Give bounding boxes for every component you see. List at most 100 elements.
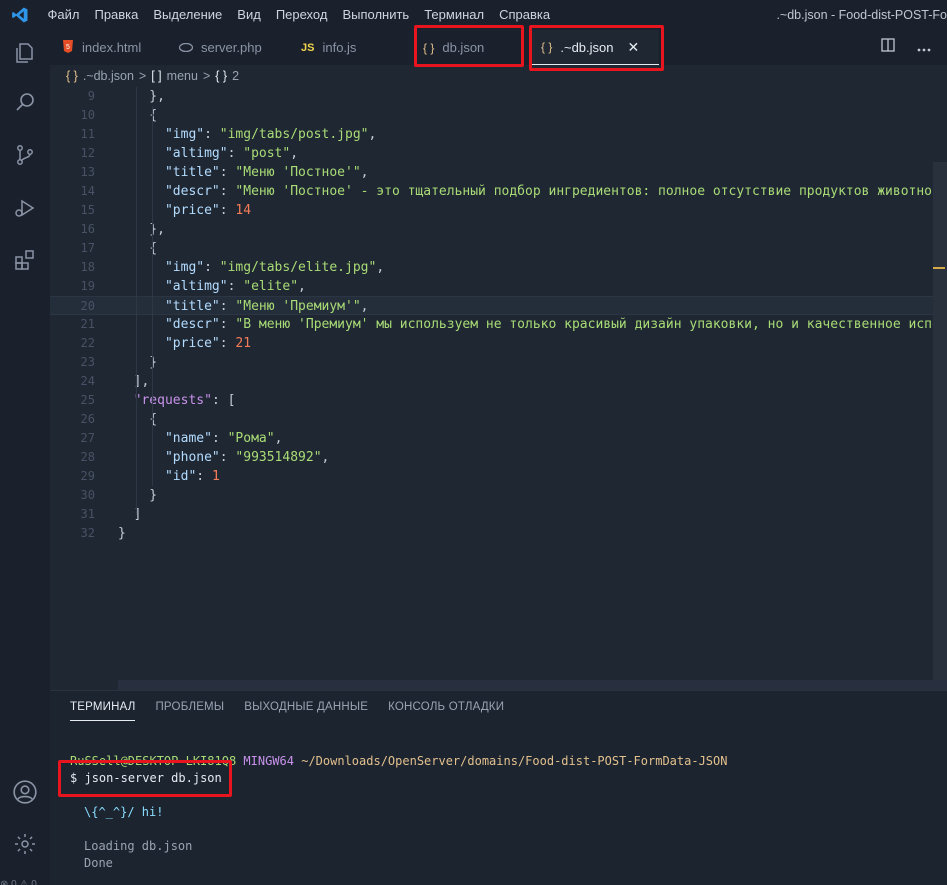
code-token: "title" xyxy=(164,299,220,314)
code-line[interactable]: 26 { xyxy=(50,410,947,429)
tab-server-php[interactable]: server.php xyxy=(167,30,289,65)
run-debug-icon[interactable] xyxy=(0,188,50,228)
code-token: : xyxy=(219,203,236,218)
highlight-box-db-json-tab xyxy=(414,25,524,67)
code-line[interactable]: 16 }, xyxy=(50,220,947,239)
menu-item[interactable]: Правка xyxy=(87,0,146,30)
code-text: "img": "img/tabs/post.jpg", xyxy=(118,125,376,144)
terminal-loading: Loading db.json xyxy=(84,839,193,853)
terminal-path: ~/Downloads/OpenServer/domains/Food-dist… xyxy=(301,754,728,768)
line-number: 13 xyxy=(80,165,95,179)
window-title: .~db.json - Food-dist-POST-Fo xyxy=(776,8,947,22)
code-line[interactable]: 10 { xyxy=(50,106,947,125)
menu-item[interactable]: Выделение xyxy=(146,0,230,30)
activity-bar xyxy=(0,30,50,885)
code-line[interactable]: 12 "altimg": "post", xyxy=(50,144,947,163)
code-text: "price": 14 xyxy=(118,201,251,220)
code-line[interactable]: 30 } xyxy=(50,486,947,505)
line-number: 18 xyxy=(80,260,95,274)
panel-tab[interactable]: ВЫХОДНЫЕ ДАННЫЕ xyxy=(244,701,368,721)
code-token: : xyxy=(219,450,236,465)
breadcrumb-item[interactable]: 2 xyxy=(232,69,239,83)
panel-tab[interactable]: ПРОБЛЕМЫ xyxy=(155,701,224,721)
search-icon[interactable] xyxy=(0,83,50,123)
code-line[interactable]: 17 { xyxy=(50,239,947,258)
code-line[interactable]: 29 "id": 1 xyxy=(50,467,947,486)
terminal-output-hi: \{^_^}/ hi! xyxy=(84,804,163,821)
extensions-icon[interactable] xyxy=(0,240,50,280)
code-token: "phone" xyxy=(164,450,220,465)
horizontal-scrollbar[interactable] xyxy=(118,680,947,690)
code-line[interactable]: 13 "title": "Меню 'Постное'", xyxy=(50,163,947,182)
code-token: , xyxy=(360,165,369,180)
code-line[interactable]: 25 "requests": [ xyxy=(50,391,947,410)
code-text: "descr": "Меню 'Постное' - это тщательны… xyxy=(118,182,947,201)
code-line[interactable]: 27 "name": "Рома", xyxy=(50,429,947,448)
menu-item[interactable]: Вид xyxy=(230,0,269,30)
code-token: : xyxy=(219,184,236,199)
code-text: "altimg": "post", xyxy=(118,144,298,163)
line-number: 23 xyxy=(80,355,95,369)
highlight-box-tmp-db-json-tab xyxy=(529,25,664,71)
line-number: 16 xyxy=(80,222,95,236)
menu-item[interactable]: Выполнить xyxy=(335,0,417,30)
editor-actions xyxy=(881,30,947,65)
code-line[interactable]: 24 ], xyxy=(50,372,947,391)
code-line[interactable]: 20 "title": "Меню 'Премиум'", xyxy=(50,296,947,315)
split-editor-icon[interactable] xyxy=(881,38,895,57)
panel-tab[interactable]: КОНСОЛЬ ОТЛАДКИ xyxy=(388,701,504,721)
code-token: "Меню 'Постное' - это тщательный подбор … xyxy=(235,184,947,199)
line-number: 22 xyxy=(80,336,95,350)
vertical-scrollbar[interactable] xyxy=(933,162,947,690)
settings-gear-icon[interactable] xyxy=(0,824,50,864)
code-line[interactable]: 14 "descr": "Меню 'Постное' - это тщател… xyxy=(50,182,947,201)
code-token: "Меню 'Премиум'" xyxy=(235,299,361,314)
code-token: "altimg" xyxy=(164,279,228,294)
code-line[interactable]: 31 ] xyxy=(50,505,947,524)
account-icon[interactable] xyxy=(0,772,50,812)
code-line[interactable]: 15 "price": 14 xyxy=(50,201,947,220)
code-line[interactable]: 23 } xyxy=(50,353,947,372)
code-token: : [ xyxy=(211,393,236,408)
line-number: 30 xyxy=(80,488,95,502)
tab-label: info.js xyxy=(322,40,357,55)
tab-index-html[interactable]: 5 index.html xyxy=(50,30,167,65)
line-number: 10 xyxy=(80,108,95,122)
code-text: } xyxy=(118,486,157,505)
source-control-icon[interactable] xyxy=(0,135,50,175)
tab-info-js[interactable]: JS info.js xyxy=(289,30,411,65)
code-token: 21 xyxy=(235,336,252,351)
menu-item[interactable]: Файл xyxy=(40,0,87,30)
code-line[interactable]: 28 "phone": "993514892", xyxy=(50,448,947,467)
menu-item[interactable]: Переход xyxy=(268,0,335,30)
code-token: "price" xyxy=(164,203,220,218)
code-line[interactable]: 19 "altimg": "elite", xyxy=(50,277,947,296)
terminal-done: Done xyxy=(84,856,113,870)
code-line[interactable]: 11 "img": "img/tabs/post.jpg", xyxy=(50,125,947,144)
terminal-output-done: Done xyxy=(84,855,113,872)
code-token: } xyxy=(118,526,126,541)
line-number: 25 xyxy=(80,393,95,407)
explorer-icon[interactable] xyxy=(0,33,50,73)
code-line[interactable]: 32} xyxy=(50,524,947,543)
line-number: 24 xyxy=(80,374,95,388)
code-token: "altimg" xyxy=(164,146,228,161)
breadcrumb-menu[interactable]: menu xyxy=(167,69,198,83)
code-line[interactable]: 22 "price": 21 xyxy=(50,334,947,353)
tab-label: server.php xyxy=(201,40,262,55)
breadcrumb-file[interactable]: .~db.json xyxy=(83,69,134,83)
code-line[interactable]: 18 "img": "img/tabs/elite.jpg", xyxy=(50,258,947,277)
code-editor[interactable]: 32} 31 ] 30 } 29 "id": 1 28 "phone": "993514… xyxy=(50,87,947,690)
code-token: , xyxy=(274,431,283,446)
code-line[interactable]: 9 }, xyxy=(50,87,947,106)
code-text: "phone": "993514892", xyxy=(118,448,329,467)
line-number: 27 xyxy=(80,431,95,445)
js-icon: JS xyxy=(301,41,315,54)
panel-tab[interactable]: ТЕРМИНАЛ xyxy=(70,701,136,721)
code-line[interactable]: 21 "descr": "В меню 'Премиум' мы использ… xyxy=(50,315,947,334)
code-text: "altimg": "elite", xyxy=(118,277,306,296)
more-actions-icon[interactable] xyxy=(917,39,931,57)
